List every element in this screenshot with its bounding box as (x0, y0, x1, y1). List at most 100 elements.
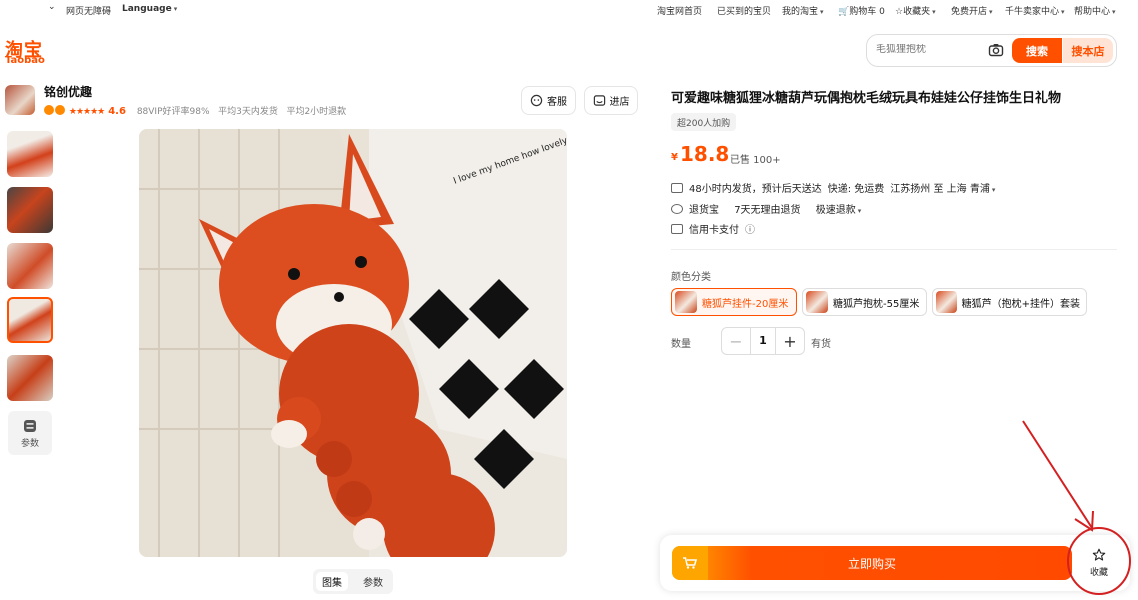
shipping-row: 48小时内发货，预计后天送达 快递: 免运费 江苏扬州 至 上海 青浦 ▾ (671, 180, 995, 195)
quantity-label: 数量 (671, 339, 691, 350)
stock-status: 有货 (811, 339, 831, 350)
popularity-tag: 超200人加购 (671, 113, 737, 131)
shop-rating: 4.6 (108, 106, 126, 117)
search-button[interactable]: 搜索 (1012, 38, 1062, 63)
quantity-value[interactable]: 1 (750, 328, 776, 354)
product-price: 18.8 (680, 142, 730, 166)
truck-icon (671, 182, 683, 193)
buy-now-label: 立即购买 (847, 556, 896, 571)
buy-now-button[interactable]: 立即购买 (672, 546, 1072, 580)
credit-card-icon (671, 223, 683, 234)
shop-meta-ship: 平均3天内发货 (218, 107, 278, 117)
badge-icon (55, 105, 65, 115)
open-store-menu[interactable]: 免费开店 ▾ (951, 4, 993, 17)
enter-shop-button[interactable]: 进店 (584, 86, 638, 115)
search-input[interactable] (876, 44, 976, 55)
fox-plush-illustration: I love my home how lovely it is happy ev… (139, 129, 567, 557)
params-thumb-button[interactable]: 参数 (8, 411, 52, 455)
shop-avatar[interactable] (5, 85, 35, 115)
option-label: 糖狐芦抱枕-55厘米 (833, 298, 920, 310)
shipping-route[interactable]: 江苏扬州 至 上海 青浦 ▾ (890, 180, 995, 195)
taobao-logo-en[interactable]: Taobao (5, 55, 45, 66)
help-label: 帮助中心 (1074, 7, 1111, 17)
shop-meta: ★★★★★ 4.6 88VIP好评率98% 平均3天内发货 平均2小时退款 (44, 104, 346, 117)
decrement-button[interactable]: − (722, 328, 750, 354)
cart-link[interactable]: 🛒购物车 0 (838, 4, 885, 17)
option-pillow[interactable]: 糖狐芦抱枕-55厘米 (802, 288, 927, 316)
chevron-down-icon: ▾ (991, 186, 996, 194)
favorite-label: 收藏 (1089, 568, 1108, 578)
shipping-fee: 快递: 免运费 (827, 184, 885, 195)
shop-name[interactable]: 铭创优趣 (44, 83, 92, 100)
return-insurance: 退货宝 (689, 205, 719, 216)
chevron-down-icon: ▾ (932, 8, 936, 16)
color-label: 颜色分类 (671, 272, 711, 283)
quantity-stepper: − 1 + (721, 327, 805, 355)
annotation-arrowhead (1074, 510, 1094, 532)
seller-center-menu[interactable]: 千牛卖家中心 ▾ (1005, 4, 1065, 17)
search-store-button[interactable]: 搜本店 (1063, 38, 1113, 63)
dropdown-caret-icon[interactable]: ⌄ (48, 2, 56, 12)
option-pendant[interactable]: 糖狐芦挂件-20厘米 (671, 288, 797, 316)
shipping-route-label: 江苏扬州 至 上海 青浦 (890, 184, 990, 195)
star-icon: ☆ (895, 7, 904, 17)
bought-link[interactable]: 已买到的宝贝 (717, 4, 771, 17)
sold-count: 已售 100+ (730, 155, 781, 166)
camera-icon[interactable] (988, 42, 1004, 58)
divider (671, 249, 1117, 250)
help-menu[interactable]: 帮助中心 ▾ (1074, 4, 1116, 17)
gallery-tabs: 图集 参数 (313, 569, 393, 594)
credit-card-pay: 信用卡支付 (689, 225, 739, 236)
chat-icon (530, 94, 543, 107)
customer-service-button[interactable]: 客服 (521, 86, 576, 115)
cart-icon (683, 557, 698, 569)
return-policy: 7天无理由退货 (734, 205, 801, 216)
chevron-down-icon: ▾ (989, 8, 993, 16)
thumbnail-5[interactable] (7, 355, 53, 401)
option-set[interactable]: 糖狐芦（抱枕+挂件）套装 (932, 288, 1087, 316)
thumbnail-1[interactable] (7, 131, 53, 177)
add-to-cart-button[interactable] (672, 546, 708, 580)
tab-params[interactable]: 参数 (357, 572, 389, 591)
fast-refund[interactable]: 极速退款 ▾ (816, 201, 862, 216)
favorite-button[interactable]: 收藏 (1083, 548, 1115, 582)
chevron-down-icon: ▾ (1061, 8, 1065, 16)
shop-meta-reply: 平均2小时退款 (286, 107, 347, 117)
increment-button[interactable]: + (776, 328, 804, 354)
language-menu[interactable]: Language ▾ (122, 4, 177, 14)
shield-icon (671, 203, 683, 214)
seller-center-label: 千牛卖家中心 (1005, 7, 1060, 17)
tab-gallery[interactable]: 图集 (316, 572, 348, 591)
annotation-arrow (1022, 420, 1093, 529)
list-icon (24, 420, 36, 432)
thumbnail-2[interactable] (7, 187, 53, 233)
star-icon (1092, 548, 1106, 561)
top-bar: ⌄ 网页无障碍 Language ▾ 淘宝网首页 已买到的宝贝 我的淘宝 ▾ 🛒购物… (0, 0, 1138, 20)
favorites-menu[interactable]: ☆收藏夹 ▾ (895, 4, 936, 17)
return-row: 退货宝 7天无理由退货 极速退款 ▾ (671, 201, 861, 216)
customer-service-label: 客服 (547, 97, 567, 108)
home-link[interactable]: 淘宝网首页 (657, 4, 702, 17)
shop-meta-88vip: 88VIP好评率98% (136, 107, 210, 117)
thumbnail-3[interactable] (7, 243, 53, 289)
enter-shop-label: 进店 (609, 97, 630, 108)
fast-refund-label: 极速退款 (815, 205, 856, 216)
info-icon[interactable]: ⓘ (745, 221, 755, 236)
badge-icon (44, 105, 54, 115)
cart-icon: 🛒 (838, 7, 850, 17)
chevron-down-icon: ▾ (857, 207, 862, 215)
cart-label: 购物车 0 (849, 7, 885, 17)
payment-row: 信用卡支付 ⓘ (671, 221, 755, 236)
shipping-time: 48小时内发货，预计后天送达 (689, 184, 822, 195)
my-taobao-menu[interactable]: 我的淘宝 ▾ (782, 4, 824, 17)
option-label: 糖狐芦挂件-20厘米 (702, 298, 789, 310)
chevron-down-icon: ▾ (173, 5, 178, 13)
my-taobao-label: 我的淘宝 (782, 7, 819, 17)
thumbnail-4[interactable] (7, 297, 53, 343)
main-product-image[interactable]: I love my home how lovely it is happy ev… (139, 129, 567, 557)
option-thumb (806, 291, 828, 313)
accessibility-link[interactable]: 网页无障碍 (66, 4, 111, 17)
option-thumb (675, 291, 697, 313)
chevron-down-icon: ▾ (1112, 8, 1116, 16)
currency-symbol: ¥ (671, 152, 678, 163)
